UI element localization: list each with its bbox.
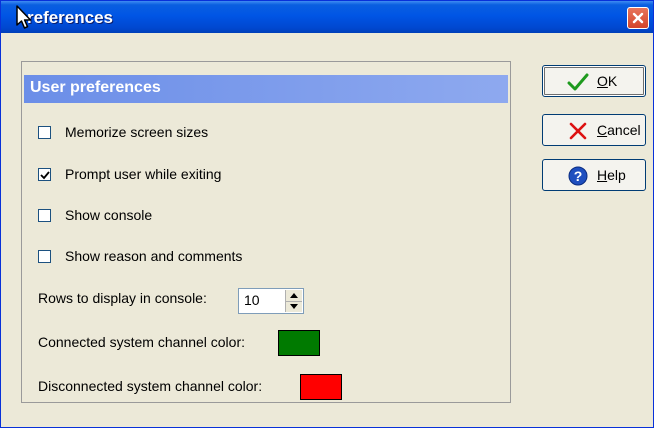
help-label: Help — [597, 167, 626, 183]
disconnected-color-swatch[interactable] — [300, 374, 342, 400]
checkbox[interactable] — [38, 126, 51, 139]
spin-buttons — [285, 290, 302, 312]
svg-text:?: ? — [574, 168, 583, 184]
connected-color-swatch[interactable] — [278, 330, 320, 356]
cancel-label: Cancel — [597, 122, 641, 138]
checkmark-icon — [40, 171, 50, 180]
ok-button[interactable]: OK — [542, 65, 646, 97]
option-label: Prompt user while exiting — [65, 166, 222, 182]
checkbox[interactable] — [38, 209, 51, 222]
option-label: Show reason and comments — [65, 248, 243, 264]
rows-value[interactable]: 10 — [244, 292, 260, 308]
close-button[interactable] — [627, 7, 649, 29]
connected-color-label: Connected system channel color: — [38, 334, 245, 350]
help-button[interactable]: ? Help — [542, 159, 646, 191]
panel-header: User preferences — [24, 75, 508, 103]
checkmark-icon — [567, 73, 589, 91]
option-label: Show console — [65, 207, 153, 223]
question-icon: ? — [568, 166, 588, 186]
window-title: references — [27, 8, 114, 27]
rows-label: Rows to display in console: — [38, 290, 207, 306]
arrow-up-icon — [290, 293, 298, 298]
x-icon — [569, 122, 587, 140]
arrow-down-icon — [290, 304, 298, 309]
cancel-button[interactable]: Cancel — [542, 114, 646, 146]
mouse-cursor-icon — [16, 5, 32, 29]
close-icon — [632, 12, 644, 24]
preferences-dialog: references User preferences Memorize scr… — [0, 0, 654, 428]
user-preferences-panel: User preferences Memorize screen sizes P… — [21, 61, 511, 403]
title-bar[interactable]: references — [1, 1, 653, 33]
ok-label: OK — [597, 73, 618, 89]
panel-header-label: User preferences — [30, 79, 161, 96]
spin-down-button[interactable] — [286, 301, 302, 312]
disconnected-color-label: Disconnected system channel color: — [38, 378, 263, 394]
rows-spinner[interactable]: 10 — [238, 288, 304, 314]
option-label: Memorize screen sizes — [65, 124, 209, 140]
checkbox[interactable] — [38, 168, 51, 181]
checkbox[interactable] — [38, 250, 51, 263]
